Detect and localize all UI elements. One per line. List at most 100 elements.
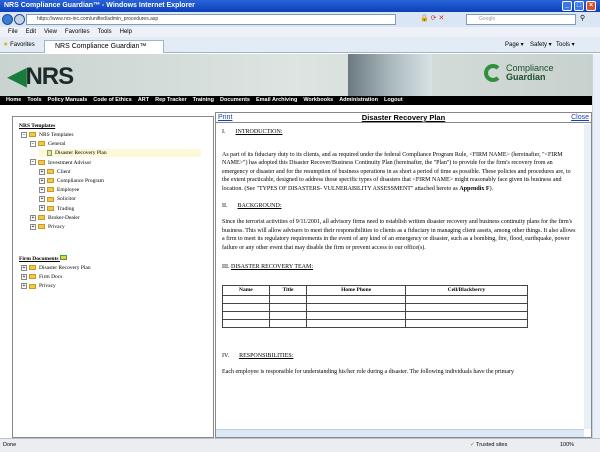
folder-icon [38,141,45,147]
folder-icon [38,159,45,165]
document-vertical-scrollbar[interactable] [584,124,591,429]
back-button[interactable] [2,14,13,25]
browser-tab[interactable]: NRS Compliance Guardian™ [44,40,164,53]
folder-icon [47,178,54,184]
command-safety[interactable]: Safety ▾ [530,41,552,48]
tree-node[interactable]: + Broker-Dealer [30,214,80,222]
window-title: NRS Compliance Guardian™ - Windows Inter… [4,2,195,9]
tree-node[interactable]: + Client [39,168,70,176]
search-input[interactable]: Google [466,14,576,25]
tree-node[interactable]: Disaster Recovery Plan [39,149,201,158]
collapse-icon[interactable]: − [30,140,36,147]
column-header: Title [268,285,308,296]
folder-icon [38,224,45,230]
tree-node[interactable]: + Solicitor [39,195,76,203]
document-horizontal-scrollbar[interactable] [216,429,584,437]
document-header: Print Disaster Recovery Plan Close [216,113,591,123]
tree-node-label: Employee [57,187,80,194]
nav-item[interactable]: Code of Ethics [93,97,132,103]
tree-node[interactable]: + Employee [39,186,79,194]
menu-view[interactable]: View [44,29,57,35]
tree-node[interactable]: − Investment Advisor [30,159,91,167]
nav-item[interactable]: Training [193,97,214,103]
document-body: I. INTRODUCTION: As part of its fiduciary… [216,124,584,429]
menu-favorites[interactable]: Favorites [65,29,90,35]
forward-button[interactable] [14,14,25,25]
folder-icon [29,283,36,289]
page-vertical-scrollbar[interactable] [592,54,600,438]
nav-item[interactable]: Workbooks [303,97,333,103]
folder-icon [29,265,36,271]
expand-icon[interactable]: + [39,196,45,203]
menu-edit[interactable]: Edit [26,29,36,35]
tree-node-label: Compliance Program [57,178,104,184]
nav-item[interactable]: Tools [27,97,41,103]
tree-node[interactable]: + Privacy [30,223,65,231]
tree-node-label: Firm Docs [39,274,63,281]
paragraph: As part of its fiduciary duty to its cli… [222,151,571,192]
nav-item[interactable]: Policy Manuals [48,97,88,103]
zoom-level[interactable]: 100% [560,439,574,452]
collapse-icon[interactable]: − [30,159,36,166]
menu-help[interactable]: Help [120,29,132,35]
table-row [222,310,529,320]
collapse-icon[interactable]: − [21,131,27,138]
tree-node[interactable]: + Privacy [21,282,56,290]
menu-file[interactable]: File [8,29,18,35]
nav-item[interactable]: Home [6,97,21,103]
command-tools[interactable]: Tools ▾ [556,41,575,48]
section-heading: III. DISASTER RECOVERY TEAM: [222,263,314,270]
favorites-button[interactable]: ★ Favorites [3,41,35,48]
expand-icon[interactable]: + [39,168,45,175]
maximize-button[interactable]: □ [574,1,584,11]
tree-node[interactable]: − NRS Templates [21,131,74,139]
expand-icon[interactable]: + [30,214,36,221]
expand-icon[interactable]: + [39,177,45,184]
close-link[interactable]: Close [571,114,589,121]
nav-item[interactable]: Documents [220,97,250,103]
nav-item[interactable]: ART [138,97,149,103]
expand-icon[interactable]: + [30,223,36,230]
tree-node[interactable]: + Compliance Program [39,177,104,185]
tree-node-label: Investment Advisor [48,159,92,166]
folder-icon [47,196,54,202]
section-heading: I. INTRODUCTION: [222,129,283,135]
nav-item[interactable]: Rep Tracker [155,97,187,103]
document-panel: Print Disaster Recovery Plan Close I. INT… [215,112,592,438]
address-input[interactable]: https://www.nrs-inc.com/unified/admin_pr… [26,14,396,25]
nav-item[interactable]: Logout [384,97,403,103]
lock-refresh-stop-icons[interactable]: 🔒 ⟳ ✕ [420,14,460,25]
compliance-guardian-logo: Compliance Guardian [484,64,554,82]
folder-icon [47,169,54,175]
column-header: Name [222,285,270,296]
tree-node[interactable]: + Firm Docs [21,273,62,281]
expand-icon[interactable]: + [39,205,45,212]
folder-icon [47,187,54,193]
minimize-button[interactable]: _ [562,1,572,11]
expand-icon[interactable]: + [21,273,27,280]
expand-icon[interactable]: + [21,283,27,290]
search-icon[interactable]: ⚲ [580,14,585,22]
new-folder-icon[interactable] [59,255,67,260]
command-page[interactable]: Page ▾ [505,41,524,48]
paragraph: Each employee is responsible for underst… [222,369,514,376]
favorites-label: Favorites [10,42,35,48]
expand-icon[interactable]: + [39,186,45,193]
tree-node[interactable]: + Disaster Recovery Plan [21,264,91,272]
tree-node[interactable]: + Trading [39,205,74,213]
nrs-logo: ◀NRS [8,63,74,90]
check-icon: ✓ [470,442,475,448]
document-icon [47,150,52,157]
menu-bar: File Edit View Favorites Tools Help [0,27,600,37]
menu-tools[interactable]: Tools [98,29,112,35]
tree-node-label: Trading [57,205,75,212]
tree-node[interactable]: − General [30,140,65,148]
close-window-button[interactable]: × [586,1,596,11]
expand-icon[interactable]: + [21,264,27,271]
tree-node-label: Privacy [39,283,56,290]
tree-node-label: Disaster Recovery Plan [55,150,107,157]
nav-item[interactable]: Email Archiving [256,97,297,103]
nav-item[interactable]: Administration [339,97,378,103]
status-bar: Done ✓ Trusted sites 100% [0,438,600,452]
team-table: Name Title Home Phone Cell/Blackberry [222,285,529,328]
